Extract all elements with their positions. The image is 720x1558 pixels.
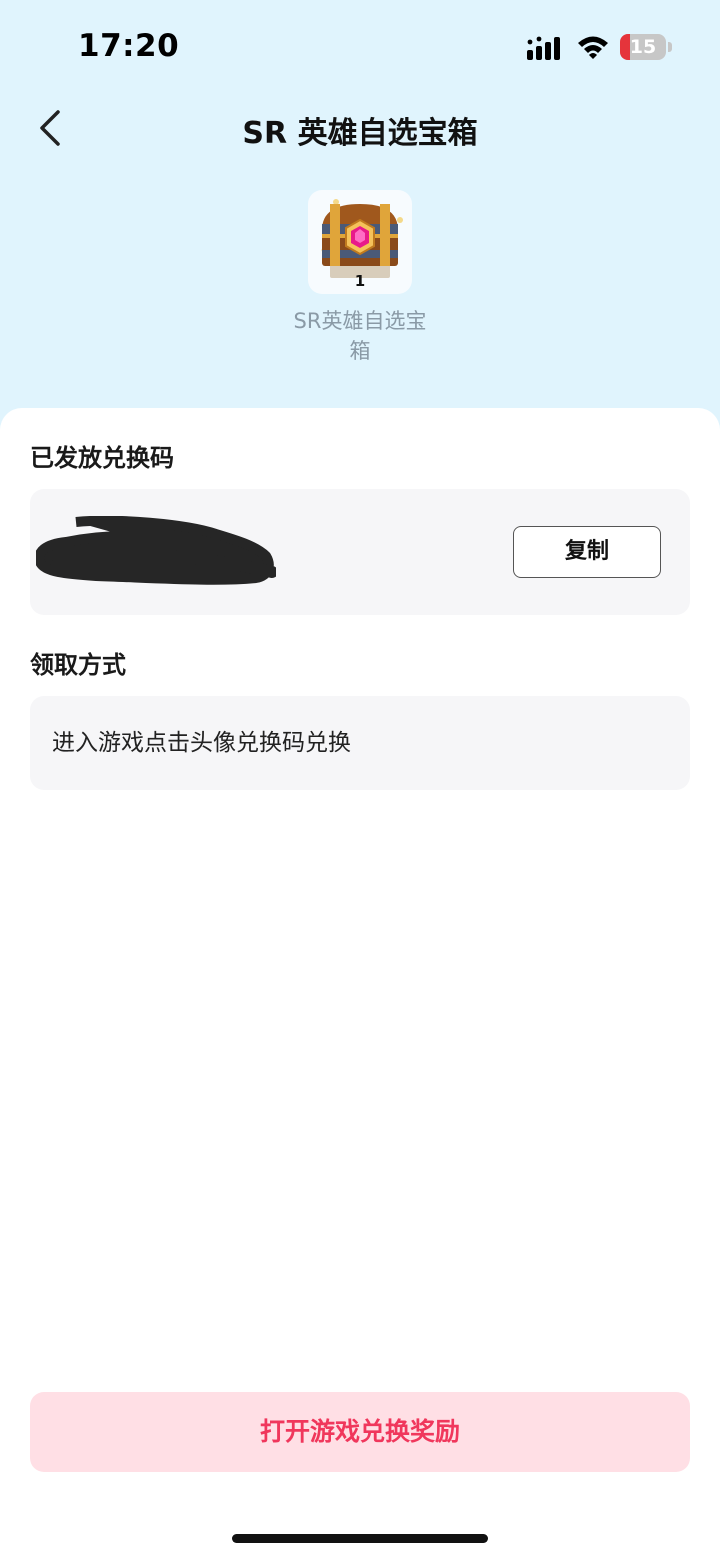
redeem-method-text: 进入游戏点击头像兑换码兑换 xyxy=(52,730,351,756)
code-section-label: 已发放兑换码 xyxy=(30,444,174,472)
item-image: 1 xyxy=(308,190,412,294)
battery-level: 15 xyxy=(629,36,657,58)
chevron-left-icon[interactable] xyxy=(30,104,74,152)
home-indicator[interactable] xyxy=(232,1534,488,1543)
status-bar: 17:20 15 xyxy=(0,0,720,96)
page-title: SR 英雄自选宝箱 xyxy=(242,116,478,151)
cellular-signal-icon xyxy=(527,36,560,60)
battery-icon: 15 xyxy=(620,34,666,60)
redacted-code xyxy=(36,516,276,585)
wifi-icon xyxy=(578,36,608,59)
redeem-method-box: 进入游戏点击头像兑换码兑换 xyxy=(30,696,690,790)
battery-cap xyxy=(668,42,672,52)
open-game-redeem-button[interactable]: 打开游戏兑换奖励 xyxy=(30,1392,690,1472)
method-section-label: 领取方式 xyxy=(30,651,126,679)
item-count: 1 xyxy=(354,272,366,290)
status-time: 17:20 xyxy=(78,28,180,64)
item-name: SR英雄自选宝箱 xyxy=(293,309,427,363)
copy-button[interactable]: 复制 xyxy=(513,526,661,578)
